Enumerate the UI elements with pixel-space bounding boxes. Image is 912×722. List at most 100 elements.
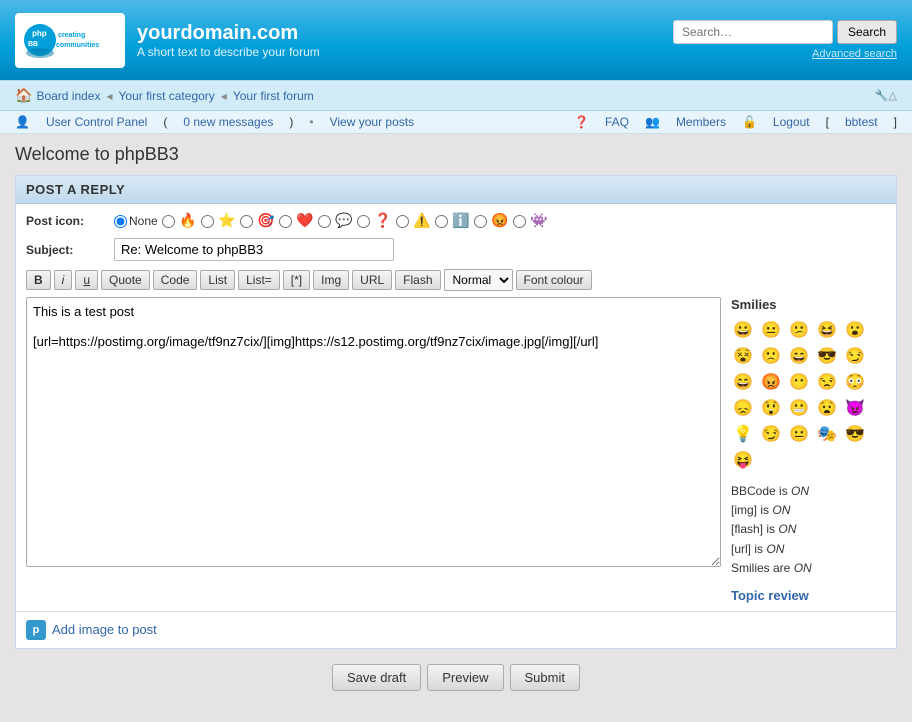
smiley-cell[interactable]: 🙁	[759, 344, 783, 368]
list-eq-button[interactable]: List=	[238, 270, 280, 290]
flash-label: [flash]	[731, 522, 763, 536]
smiley-cell[interactable]: 😮	[843, 318, 867, 342]
logo-area: php BB creating communities yourdomain.c…	[15, 13, 320, 68]
icon-none-radio[interactable]	[114, 215, 127, 228]
smiley-cell[interactable]: 😵	[731, 344, 755, 368]
header: php BB creating communities yourdomain.c…	[0, 0, 912, 80]
font-size-select[interactable]: TinySmallNormalLargeHuge	[444, 269, 513, 291]
home-icon: 🏠	[15, 87, 32, 104]
username-bracket: [	[826, 115, 829, 129]
category-link[interactable]: Your first category	[119, 89, 215, 103]
ucp-link[interactable]: User Control Panel	[46, 115, 147, 129]
smiley-cell[interactable]: 😏	[843, 344, 867, 368]
navbar-paren-close: )	[289, 115, 293, 129]
icon-target-radio[interactable]	[240, 215, 253, 228]
phpbb-logo: php BB creating communities	[15, 13, 125, 68]
site-info: yourdomain.com A short text to describe …	[137, 22, 320, 59]
search-button[interactable]: Search	[837, 20, 897, 44]
username-link[interactable]: bbtest	[845, 115, 878, 129]
smiley-cell[interactable]: 😝	[731, 448, 755, 472]
icon-bubble-radio[interactable]	[318, 215, 331, 228]
post-icon-row: Post icon: None 🔥 ⭐ 🎯 ❤️ 💬	[26, 212, 886, 230]
new-messages-link[interactable]: 0 new messages	[183, 115, 273, 129]
smiley-cell[interactable]: 😎	[843, 422, 867, 446]
icon-none-option[interactable]: None	[114, 214, 158, 228]
svg-text:creating: creating	[58, 32, 85, 39]
icon-star-radio[interactable]	[201, 215, 214, 228]
italic-button[interactable]: i	[54, 270, 73, 290]
img-status: ON	[772, 503, 790, 517]
flash-button[interactable]: Flash	[395, 270, 440, 290]
smiley-cell[interactable]: 😬	[787, 396, 811, 420]
code-button[interactable]: Code	[153, 270, 198, 290]
svg-text:php: php	[32, 29, 47, 38]
smiley-cell[interactable]: 😆	[815, 318, 839, 342]
icon-heart-radio[interactable]	[279, 215, 292, 228]
smiley-cell[interactable]: 😄	[787, 344, 811, 368]
message-textarea[interactable]	[26, 297, 721, 567]
smiley-cell[interactable]: 😐	[787, 422, 811, 446]
breadcrumb-sep1: ◂	[106, 89, 112, 103]
smiley-cell[interactable]: 😄	[731, 370, 755, 394]
topic-review-link[interactable]: Topic review	[731, 588, 809, 603]
icon-warning-radio[interactable]	[396, 215, 409, 228]
icon-heart: ❤️	[296, 212, 314, 230]
smilies-label: Smilies are	[731, 561, 790, 575]
navbar: 👤 User Control Panel (0 new messages) • …	[0, 111, 912, 134]
img-button[interactable]: Img	[313, 270, 349, 290]
add-image-row: p Add image to post	[16, 611, 896, 648]
username-bracket-close: ]	[894, 115, 897, 129]
smilies-panel: Smilies 😀😐😕😆😮😵🙁😄😎😏😄😡😶😒😳😞😲😬😧😈💡😏😐🎭😎😝 BBCod…	[731, 297, 886, 603]
underline-button[interactable]: u	[75, 270, 98, 290]
smiley-cell[interactable]: 😒	[815, 370, 839, 394]
view-posts-link[interactable]: View your posts	[330, 115, 415, 129]
smiley-cell[interactable]: 😲	[759, 396, 783, 420]
icon-angry-radio[interactable]	[474, 215, 487, 228]
smiley-cell[interactable]: 😐	[759, 318, 783, 342]
subject-input[interactable]	[114, 238, 394, 261]
icon-alien-radio[interactable]	[513, 215, 526, 228]
icon-flame-radio[interactable]	[162, 215, 175, 228]
faq-link[interactable]: FAQ	[605, 115, 629, 129]
change-style[interactable]: 🔧△	[875, 89, 897, 102]
smiley-cell[interactable]: 💡	[731, 422, 755, 446]
font-colour-button[interactable]: Font colour	[516, 270, 592, 290]
logout-link[interactable]: Logout	[773, 115, 810, 129]
submit-button[interactable]: Submit	[510, 664, 580, 691]
star-button[interactable]: [*]	[283, 270, 310, 290]
bbcode-status: ON	[791, 484, 809, 498]
icon-info-radio[interactable]	[435, 215, 448, 228]
page-title: Welcome to phpBB3	[15, 144, 897, 165]
smiley-cell[interactable]: 😶	[787, 370, 811, 394]
preview-button[interactable]: Preview	[427, 664, 503, 691]
quote-button[interactable]: Quote	[101, 270, 150, 290]
smiley-cell[interactable]: 😏	[759, 422, 783, 446]
smiley-cell[interactable]: 😞	[731, 396, 755, 420]
bold-button[interactable]: B	[26, 270, 51, 290]
smiley-cell[interactable]: 😎	[815, 344, 839, 368]
advanced-search-link[interactable]: Advanced search	[812, 48, 897, 60]
icon-none-label: None	[129, 214, 158, 228]
list-button[interactable]: List	[200, 270, 235, 290]
bbcode-info: BBCode is ON [img] is ON [flash] is ON […	[731, 482, 886, 578]
smiley-cell[interactable]: 😀	[731, 318, 755, 342]
forum-link[interactable]: Your first forum	[233, 89, 314, 103]
smiley-cell[interactable]: 😧	[815, 396, 839, 420]
url-button[interactable]: URL	[352, 270, 392, 290]
search-input[interactable]	[673, 20, 833, 44]
smiley-cell[interactable]: 🎭	[815, 422, 839, 446]
svg-text:BB: BB	[28, 41, 38, 48]
icon-question-radio[interactable]	[357, 215, 370, 228]
search-row: Search	[673, 20, 897, 44]
members-link[interactable]: Members	[676, 115, 726, 129]
site-title: yourdomain.com	[137, 22, 320, 45]
icon-warning: ⚠️	[413, 212, 431, 230]
smiley-cell[interactable]: 😕	[787, 318, 811, 342]
smiley-cell[interactable]: 😳	[843, 370, 867, 394]
smiley-cell[interactable]: 😈	[843, 396, 867, 420]
navbar-sep1: •	[309, 115, 313, 129]
add-image-link[interactable]: Add image to post	[52, 622, 157, 637]
board-index-link[interactable]: Board index	[36, 89, 100, 103]
save-draft-button[interactable]: Save draft	[332, 664, 421, 691]
smiley-cell[interactable]: 😡	[759, 370, 783, 394]
